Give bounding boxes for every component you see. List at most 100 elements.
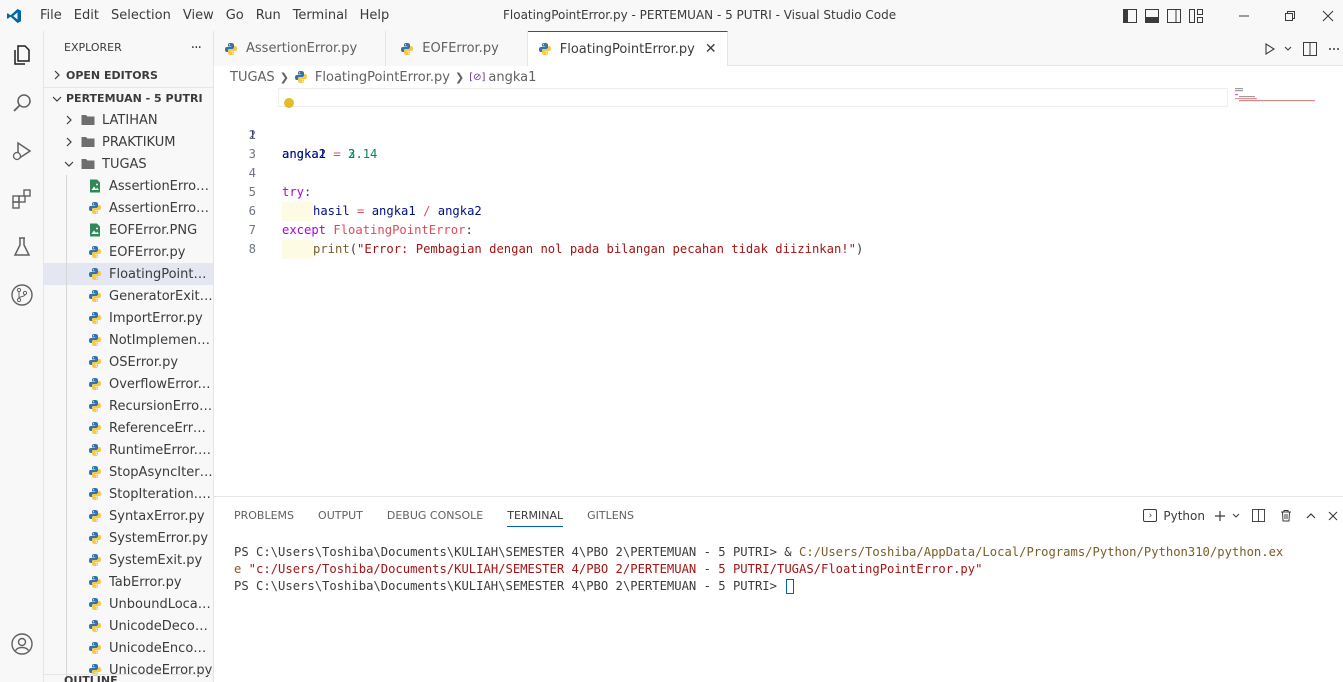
file-item[interactable]: OSError.py	[44, 351, 213, 373]
file-item[interactable]: RecursionError.py	[44, 395, 213, 417]
menu-terminal[interactable]: Terminal	[287, 0, 354, 31]
python-file-icon	[87, 552, 103, 568]
folder-latihan[interactable]: LATIHAN	[44, 109, 213, 131]
file-item[interactable]: ImportError.py	[44, 307, 213, 329]
line-number: 8	[248, 242, 256, 256]
terminal-profile[interactable]: › Python	[1143, 509, 1205, 523]
file-item[interactable]: NotImplemente...	[44, 329, 213, 351]
run-python-icon[interactable]	[1259, 42, 1281, 55]
file-item[interactable]: StopAsyncIterati...	[44, 461, 213, 483]
code-editor[interactable]: 1 angka1 = 3.14 2 angka2 = 2 3 4 try: 5 …	[214, 88, 1343, 496]
breadcrumb-file[interactable]: FloatingPointError.py	[315, 70, 450, 85]
split-terminal-icon[interactable]	[1243, 509, 1273, 522]
editor-more-actions-icon[interactable]	[1325, 47, 1343, 51]
file-item[interactable]: SystemExit.py	[44, 549, 213, 571]
menu-help[interactable]: Help	[354, 0, 396, 31]
menu-bar: File Edit Selection View Go Run Terminal…	[34, 0, 395, 31]
tab-floatingpointerror[interactable]: FloatingPointError.py ✕	[527, 31, 728, 66]
file-item[interactable]: TabError.py	[44, 571, 213, 593]
minimap[interactable]	[1235, 88, 1317, 108]
panel-tab-problems[interactable]: PROBLEMS	[234, 497, 294, 534]
explorer-icon[interactable]	[0, 31, 44, 79]
file-item[interactable]: UnboundLocalEr...	[44, 593, 213, 615]
kill-terminal-trash-icon[interactable]	[1273, 509, 1298, 522]
account-icon[interactable]	[0, 620, 44, 668]
terminal-dropdown-chevron-icon[interactable]	[1229, 513, 1243, 519]
python-file-icon	[87, 310, 103, 326]
python-file-icon	[87, 464, 103, 480]
file-item[interactable]: FloatingPointErr...	[44, 263, 213, 285]
open-editors-section[interactable]: OPEN EDITORS	[44, 64, 213, 86]
file-label: UnboundLocalEr...	[109, 596, 213, 612]
new-terminal-icon[interactable]	[1211, 510, 1229, 522]
panel-tab-output[interactable]: OUTPUT	[318, 497, 363, 534]
split-editor-icon[interactable]	[1295, 41, 1325, 56]
menu-edit[interactable]: Edit	[68, 0, 105, 31]
folder-praktikum[interactable]: PRAKTIKUM	[44, 131, 213, 153]
file-item[interactable]: EOFError.py	[44, 241, 213, 263]
folder-label: TUGAS	[102, 156, 147, 172]
toggle-sidebar-icon[interactable]	[1119, 0, 1141, 31]
more-actions-icon[interactable]: ···	[191, 40, 202, 56]
file-item[interactable]: OverflowError.py	[44, 373, 213, 395]
file-item[interactable]: RuntimeError.py	[44, 439, 213, 461]
menu-run[interactable]: Run	[250, 0, 287, 31]
panel-tab-terminal[interactable]: TERMINAL	[507, 497, 563, 534]
code-line-6: 6 except FloatingPointError:	[214, 183, 1343, 237]
indent-guide	[66, 549, 67, 571]
indent-guide	[66, 571, 67, 593]
terminal-output[interactable]: PS C:\Users\Toshiba\Documents\KULIAH\SEM…	[234, 544, 1283, 595]
file-item[interactable]: GeneratorExit.py	[44, 285, 213, 307]
bottom-panel: PROBLEMS OUTPUT DEBUG CONSOLE TERMINAL G…	[214, 496, 1343, 682]
file-item[interactable]: SyntaxError.py	[44, 505, 213, 527]
menu-go[interactable]: Go	[220, 0, 250, 31]
file-item[interactable]: StopIteration.py	[44, 483, 213, 505]
code-line-4: 4 try:	[214, 145, 1343, 199]
menu-selection[interactable]: Selection	[105, 0, 177, 31]
customize-layout-icon[interactable]	[1185, 0, 1207, 31]
testing-icon[interactable]	[0, 223, 44, 271]
menu-file[interactable]: File	[34, 0, 68, 31]
lightbulb-icon[interactable]	[284, 98, 294, 108]
panel-tab-debug-console[interactable]: DEBUG CONSOLE	[387, 497, 483, 534]
file-item[interactable]: AssertionError.py	[44, 197, 213, 219]
run-debug-icon[interactable]	[0, 127, 44, 175]
file-label: UnicodeDecode...	[109, 618, 213, 634]
breadcrumb-folder[interactable]: TUGAS	[230, 70, 275, 85]
toggle-panel-icon[interactable]	[1141, 0, 1163, 31]
extensions-icon[interactable]	[0, 175, 44, 223]
panel-tab-gitlens[interactable]: GITLENS	[587, 497, 634, 534]
close-panel-icon[interactable]	[1323, 511, 1343, 521]
python-file-icon	[87, 486, 103, 502]
search-icon[interactable]	[0, 79, 44, 127]
folder-tugas[interactable]: TUGAS	[44, 153, 213, 175]
file-label: EOFError.PNG	[109, 222, 198, 238]
file-item[interactable]: ReferenceError.py	[44, 417, 213, 439]
file-item[interactable]: UnicodeEncode...	[44, 637, 213, 659]
maximize-panel-chevron-up-icon[interactable]	[1298, 512, 1323, 520]
close-tab-icon[interactable]: ✕	[705, 41, 717, 57]
tab-eoferror[interactable]: EOFError.py	[386, 31, 528, 66]
close-window-icon[interactable]	[1313, 0, 1343, 31]
minimize-icon[interactable]	[1221, 0, 1267, 31]
file-item[interactable]: EOFError.PNG	[44, 219, 213, 241]
run-dropdown-chevron-icon[interactable]	[1281, 46, 1295, 52]
source-control-icon[interactable]	[0, 271, 44, 319]
chevron-right-icon	[62, 137, 76, 147]
workspace-section[interactable]: PERTEMUAN - 5 PUTRI	[44, 87, 213, 109]
terminal-command-arg: "c:/Users/Toshiba/Documents/KULIAH/SEMES…	[241, 562, 983, 576]
restore-icon[interactable]	[1267, 0, 1313, 31]
breadcrumb: TUGAS ❯ FloatingPointError.py ❯ [⊘] angk…	[214, 66, 1343, 88]
breadcrumb-symbol[interactable]: angka1	[488, 70, 536, 85]
file-item[interactable]: UnicodeDecode...	[44, 615, 213, 637]
tab-assertionerror[interactable]: AssertionError.py	[214, 31, 387, 66]
file-item[interactable]: SystemError.py	[44, 527, 213, 549]
file-item[interactable]: AssertionError.P...	[44, 175, 213, 197]
indent-guide	[66, 175, 67, 197]
outline-section[interactable]: OUTLINE	[44, 674, 213, 682]
file-label: ImportError.py	[109, 310, 203, 326]
toggle-secondary-sidebar-icon[interactable]	[1163, 0, 1185, 31]
menu-view[interactable]: View	[177, 0, 220, 31]
chevron-right-icon: ❯	[454, 70, 465, 84]
code-line-5: 5 hasil = angka1 / angka2	[214, 164, 1343, 221]
